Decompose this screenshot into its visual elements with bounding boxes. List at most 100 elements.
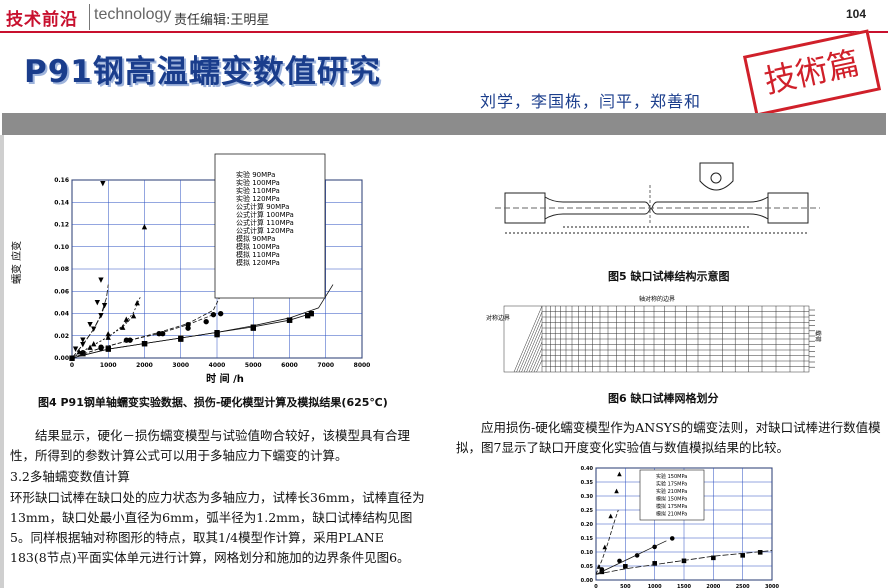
data-point: ■ — [214, 328, 221, 336]
legend-entry: 实验 110MPa — [236, 186, 280, 195]
fig7-legend: 实验 150MPa实验 175MPa实验 210MPa模拟 150MPa模拟 1… — [639, 469, 705, 521]
fig6-top-label: 轴对称的边界 — [639, 295, 675, 303]
fig6-left-label: 对称边界 — [486, 314, 510, 322]
legend-entry: 模拟 100MPa — [236, 242, 280, 251]
data-point: ● — [185, 321, 191, 329]
legend-entry: 模拟 110MPa — [236, 250, 280, 259]
y-tick-label: 0.35 — [581, 480, 594, 486]
paragraph-3: 应用损伤-硬化蠕变模型作为ANSYS的蠕变法则，对缺口试棒进行数值模拟，图7显示… — [456, 420, 881, 455]
data-point: ▲ — [120, 323, 126, 331]
y-tick-label: 0.08 — [54, 266, 69, 273]
data-point: ■ — [250, 323, 257, 331]
data-point: ■ — [286, 316, 293, 324]
fig6-mesh: 轴对称的边界 对称边界 载荷 — [486, 295, 822, 373]
page-number: 104 — [846, 7, 867, 21]
data-point: ■ — [652, 560, 658, 567]
data-point: ▼ — [95, 298, 101, 306]
legend-entry: 模拟 90MPa — [236, 234, 275, 243]
y-tick-label: 0.06 — [54, 288, 69, 295]
y-tick-label: 0.00 — [54, 355, 69, 362]
data-point: ▼ — [102, 302, 108, 310]
paragraph-1: 结果显示，硬化－损伤蠕变模型与试验值吻合较好，该模型具有合理性，所得到的参数计算… — [10, 428, 411, 463]
mesh-fan — [528, 341, 543, 373]
paragraph-2-part-b: 183(8节点)平面实体单元进行计算，网格划分和施加的边界条件见图6。 — [10, 550, 410, 565]
paragraph-2: 环形缺口试棒在缺口处的应力状态为多轴应力，试棒长36mm，试棒直径为13mm，缺… — [10, 488, 432, 568]
fig4-chart: 0 1000 2000 3000 4000 5000 6000 7000 8000 0.00 0.0… — [10, 153, 371, 385]
y-tick-label: 0.14 — [54, 199, 69, 206]
legend-entry: 模拟 120MPa — [236, 258, 280, 267]
editor-credit: 责任编辑:王明星 — [174, 13, 270, 28]
y-tick-label: 0.10 — [581, 550, 594, 556]
legend-entry: 模拟 175MPa — [656, 503, 687, 510]
y-tick-label: 0.15 — [581, 536, 594, 542]
x-tick-label: 3000 — [172, 362, 189, 369]
legend-entry: 实验 175MPa — [656, 481, 687, 488]
y-tick-label: 0.02 — [54, 333, 69, 340]
brand-subtitle: technology — [94, 6, 172, 23]
data-point: ▲ — [142, 223, 148, 231]
x-tick-label: 2500 — [736, 584, 750, 588]
x-tick-label: 500 — [620, 584, 631, 588]
legend-entry: 实验 100MPa — [236, 178, 280, 187]
margin-stripe — [0, 135, 4, 588]
legend-entry: 公式计算 120MPa — [236, 226, 294, 235]
mesh-fan — [518, 317, 543, 373]
y-tick-label: 0.40 — [581, 466, 594, 472]
legend-entry: 模拟 210MPa — [656, 511, 687, 518]
title-band — [2, 113, 886, 135]
mesh-fan — [536, 359, 543, 373]
fig4-ylabel: 蠕变 应变 — [10, 241, 23, 284]
mesh-fan — [531, 347, 543, 373]
mesh-grid — [503, 305, 815, 373]
brand-divider — [89, 4, 90, 30]
fig5-diagram — [495, 162, 820, 234]
x-tick-label: 8000 — [354, 362, 371, 369]
data-point: ■ — [141, 340, 148, 348]
x-tick-label: 1000 — [100, 362, 117, 369]
data-point: ● — [203, 317, 209, 325]
y-tick-label: 0.10 — [54, 244, 69, 251]
x-tick-label: 0 — [70, 362, 74, 369]
notch-radius-detail — [710, 172, 722, 184]
x-tick-label: 4000 — [209, 362, 226, 369]
data-point: ● — [210, 311, 216, 319]
x-tick-label: 5000 — [245, 362, 262, 369]
y-tick-label: 0.16 — [54, 177, 69, 184]
data-point: ■ — [757, 549, 763, 556]
fig4-caption: 图4 P91钢单轴蠕变实验数据、损伤-硬化模型计算及模拟结果(625℃) — [38, 396, 388, 409]
data-point: ▲ — [608, 513, 613, 520]
legend-entry: 模拟 150MPa — [656, 496, 687, 503]
data-point: ● — [127, 336, 133, 344]
data-point: ▼ — [80, 341, 86, 349]
mesh-fan — [521, 323, 543, 373]
x-tick-label: 1000 — [648, 584, 662, 588]
data-point: ▲ — [87, 343, 93, 351]
brand-logo: 技术前沿 — [6, 10, 78, 30]
data-point: ■ — [740, 552, 746, 559]
data-point: ● — [218, 310, 224, 318]
data-point: ▲ — [617, 471, 622, 478]
y-tick-label: 0.05 — [581, 564, 594, 570]
data-point: ▼ — [98, 312, 104, 320]
x-tick-label: 3000 — [765, 584, 779, 588]
y-tick-label: 0.04 — [54, 311, 69, 318]
data-point: ▲ — [106, 333, 112, 341]
data-point: ▼ — [73, 345, 79, 353]
x-tick-label: 1500 — [677, 584, 691, 588]
data-point: ▼ — [91, 325, 97, 333]
y-tick-label: 0.30 — [581, 494, 594, 500]
legend-entry: 公式计算 100MPa — [236, 210, 294, 219]
y-tick-label: 0.12 — [54, 222, 69, 229]
legend-entry: 实验 210MPa — [656, 488, 687, 495]
mesh-fan — [526, 335, 543, 373]
specimen-top-edge — [544, 196, 769, 209]
paragraph-2-part-a: 环形缺口试棒在缺口处的应力状态为多轴应力，试棒长36mm，试棒直径为13mm，缺… — [10, 490, 425, 545]
data-point: ▲ — [602, 543, 607, 550]
fig6-right-label: 载荷 — [814, 330, 822, 342]
fig6-caption: 图6 缺口试棒网格划分 — [608, 392, 719, 405]
legend-entry: 实验 90MPa — [236, 170, 275, 179]
section-heading-3-2: 3.2多轴蠕变数值计算 — [10, 469, 130, 484]
article-title: P91钢高温蠕变数值研究 — [24, 54, 381, 90]
data-point: ■ — [308, 310, 315, 318]
legend-entry: 公式计算 110MPa — [236, 218, 294, 227]
